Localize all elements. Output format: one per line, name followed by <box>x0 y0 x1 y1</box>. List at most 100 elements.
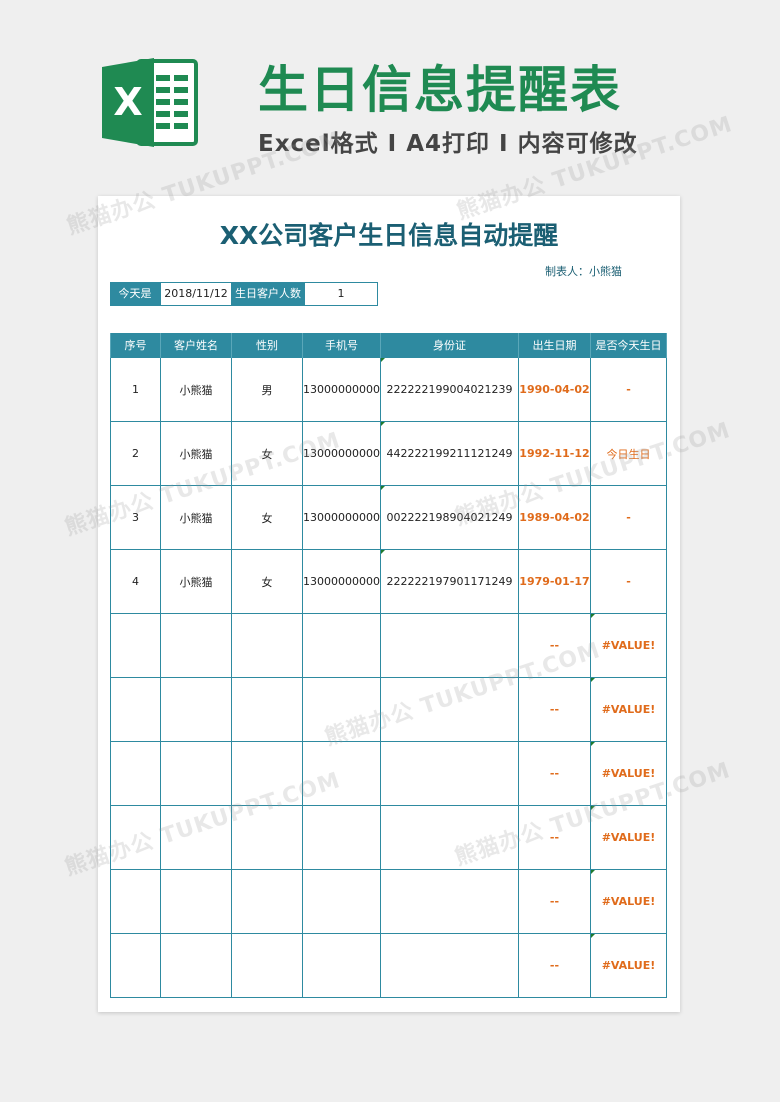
table-cell[interactable]: #VALUE! <box>589 869 667 934</box>
table-cell[interactable] <box>231 869 303 934</box>
table-row: -- #VALUE! <box>110 677 667 742</box>
table-cell[interactable] <box>379 741 519 806</box>
cell-comment-marker <box>380 358 385 362</box>
cell-comment-marker <box>380 486 385 490</box>
column-header: 序号 <box>110 333 161 358</box>
table-row: 3 小熊猫女 13000000000 002222198904021249 1989-0… <box>110 485 667 550</box>
table-cell[interactable]: 13000000000 <box>302 485 381 550</box>
table-cell[interactable]: 222222199004021239 <box>379 357 519 422</box>
table-cell[interactable] <box>302 933 381 998</box>
table-cell[interactable]: 13000000000 <box>302 549 381 614</box>
table-header-row: 序号 客户姓名 性别 手机号 身份证 出生日期 是否今天生日 <box>110 333 667 358</box>
birthday-count-cell[interactable]: 1 <box>304 282 378 306</box>
table-cell[interactable] <box>110 741 161 806</box>
maker-label: 制表人： <box>545 265 589 278</box>
table-cell[interactable] <box>160 677 232 742</box>
table-cell[interactable]: 222222197901171249 <box>379 549 519 614</box>
table-cell[interactable] <box>231 805 303 870</box>
table-row: 2 小熊猫女 13000000000 442222199211121249 1992-1… <box>110 421 667 486</box>
birthday-count-label: 生日客户人数 <box>232 282 304 306</box>
today-label: 今天是 <box>110 282 160 306</box>
table-cell[interactable] <box>160 741 232 806</box>
table-cell[interactable]: 今日生日 <box>589 421 667 486</box>
table-cell[interactable] <box>231 741 303 806</box>
cell-error-marker <box>590 614 595 618</box>
table-cell[interactable] <box>302 677 381 742</box>
table-cell[interactable] <box>160 805 232 870</box>
table-cell[interactable] <box>379 933 519 998</box>
table-cell[interactable]: 1992-11-12 <box>517 421 591 486</box>
table-cell[interactable]: 4 <box>110 549 161 614</box>
table-cell[interactable]: - <box>589 357 667 422</box>
table-cell[interactable]: -- <box>517 741 591 806</box>
table-cell[interactable]: #VALUE! <box>589 741 667 806</box>
table-cell[interactable]: - <box>589 549 667 614</box>
table-cell[interactable] <box>110 869 161 934</box>
table-cell[interactable] <box>110 933 161 998</box>
table-cell[interactable]: 13000000000 <box>302 421 381 486</box>
column-header: 是否今天生日 <box>589 333 667 358</box>
table-cell[interactable]: -- <box>517 613 591 678</box>
table-cell[interactable]: #VALUE! <box>589 805 667 870</box>
birthday-table: 序号 客户姓名 性别 手机号 身份证 出生日期 是否今天生日 1 小熊猫男 1300000000… <box>110 333 667 998</box>
table-cell[interactable]: 女 <box>231 421 303 486</box>
column-header: 出生日期 <box>517 333 591 358</box>
spreadsheet-sheet: XX公司客户生日信息自动提醒 制表人：小熊猫 今天是 2018/11/12 生日… <box>62 196 734 1012</box>
table-cell[interactable]: 女 <box>231 485 303 550</box>
table-cell[interactable] <box>160 613 232 678</box>
table-cell[interactable]: -- <box>517 805 591 870</box>
maker-line: 制表人：小熊猫 <box>545 263 622 279</box>
table-cell[interactable] <box>160 869 232 934</box>
table-cell[interactable]: 小熊猫 <box>160 549 232 614</box>
table-row: 4 小熊猫女 13000000000 222222197901171249 1979-0… <box>110 549 667 614</box>
table-cell[interactable] <box>160 933 232 998</box>
cell-error-marker <box>590 934 595 938</box>
table-cell[interactable] <box>379 869 519 934</box>
logo-letter: X <box>113 80 142 124</box>
table-cell[interactable]: 1979-01-17 <box>517 549 591 614</box>
table-cell[interactable]: 女 <box>231 549 303 614</box>
table-cell[interactable]: 1990-04-02 <box>517 357 591 422</box>
table-cell[interactable]: 442222199211121249 <box>379 421 519 486</box>
table-cell[interactable] <box>379 613 519 678</box>
table-cell[interactable]: 13000000000 <box>302 357 381 422</box>
table-cell[interactable]: 1 <box>110 357 161 422</box>
maker-name: 小熊猫 <box>589 265 622 278</box>
table-cell[interactable] <box>379 677 519 742</box>
table-row: -- #VALUE! <box>110 741 667 806</box>
table-cell[interactable] <box>302 741 381 806</box>
table-cell[interactable] <box>231 613 303 678</box>
table-cell[interactable] <box>231 677 303 742</box>
cell-comment-marker <box>380 422 385 426</box>
cell-error-marker <box>590 678 595 682</box>
table-row: -- #VALUE! <box>110 933 667 998</box>
table-cell[interactable] <box>302 805 381 870</box>
today-value-cell[interactable]: 2018/11/12 <box>160 282 232 306</box>
table-cell[interactable]: 002222198904021249 <box>379 485 519 550</box>
table-cell[interactable]: 小熊猫 <box>160 421 232 486</box>
table-cell[interactable] <box>379 805 519 870</box>
table-cell[interactable]: 1989-04-02 <box>517 485 591 550</box>
table-cell[interactable] <box>110 677 161 742</box>
table-cell[interactable]: 3 <box>110 485 161 550</box>
table-cell[interactable]: #VALUE! <box>589 677 667 742</box>
table-cell[interactable] <box>302 869 381 934</box>
table-cell[interactable] <box>302 613 381 678</box>
column-header: 手机号 <box>302 333 381 358</box>
table-cell[interactable] <box>231 933 303 998</box>
table-cell[interactable]: 小熊猫 <box>160 357 232 422</box>
table-cell[interactable]: -- <box>517 677 591 742</box>
cell-comment-marker <box>380 550 385 554</box>
table-cell[interactable]: -- <box>517 933 591 998</box>
table-cell[interactable]: 男 <box>231 357 303 422</box>
page-title: 生日信息提醒表 <box>258 61 622 119</box>
table-cell[interactable]: #VALUE! <box>589 613 667 678</box>
excel-icon: X <box>102 58 198 147</box>
table-cell[interactable] <box>110 613 161 678</box>
table-cell[interactable]: 2 <box>110 421 161 486</box>
table-cell[interactable]: 小熊猫 <box>160 485 232 550</box>
table-cell[interactable]: - <box>589 485 667 550</box>
table-cell[interactable] <box>110 805 161 870</box>
table-cell[interactable]: -- <box>517 869 591 934</box>
table-cell[interactable]: #VALUE! <box>589 933 667 998</box>
